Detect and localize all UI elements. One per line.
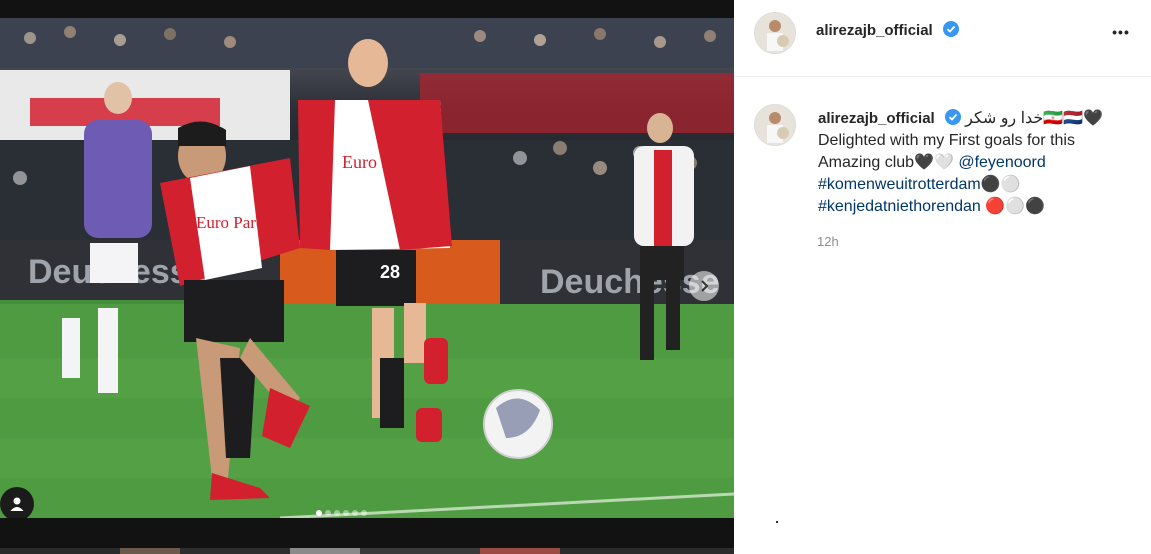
loading-indicator bbox=[776, 521, 778, 523]
header-username[interactable]: alirezajb_official bbox=[816, 22, 933, 39]
caption-text: Amazing club bbox=[818, 154, 915, 171]
post-timestamp[interactable]: 12h bbox=[817, 234, 839, 249]
user-icon bbox=[10, 497, 24, 511]
caption-line-4: #komenweuitrotterdam⚫⚪ bbox=[818, 174, 1138, 196]
post-details-panel: alirezajb_official ••• alirezajb_officia… bbox=[734, 0, 1151, 554]
mention-link[interactable]: @feyenoord bbox=[958, 154, 1045, 171]
caption-line-5: #kenjedatniethorendan 🔴⚪⚫ bbox=[818, 196, 1138, 218]
related-posts-strip bbox=[0, 548, 734, 554]
jersey2-text: Euro Parcs bbox=[342, 152, 420, 172]
profile-photo bbox=[755, 105, 795, 145]
caption-username[interactable]: alirezajb_official bbox=[818, 110, 935, 127]
post-photo[interactable]: Deuchesse Deuchesse bbox=[0, 18, 734, 518]
header-user: alirezajb_official bbox=[816, 21, 960, 40]
verified-badge-icon bbox=[944, 109, 961, 125]
hashtag-emoji: ⚫⚪ bbox=[980, 176, 1021, 193]
player2-number: 28 bbox=[380, 262, 400, 282]
caption-line-1: alirezajb_official خدا رو شکر🇮🇷🇳🇱🖤 bbox=[818, 108, 1138, 130]
carousel-dot bbox=[325, 510, 331, 516]
hashtag-link[interactable]: #komenweuitrotterdam bbox=[818, 176, 981, 193]
chevron-right-icon bbox=[701, 280, 709, 292]
tagged-users-button[interactable] bbox=[0, 487, 34, 518]
football-scene: Deuchesse Deuchesse bbox=[0, 18, 734, 518]
carousel-dot bbox=[361, 510, 367, 516]
caption-heart: 🖤 bbox=[1083, 110, 1104, 127]
carousel-dot bbox=[352, 510, 358, 516]
caption-line-3: Amazing club🖤🤍 @feyenoord bbox=[818, 152, 1138, 174]
carousel-dot bbox=[316, 510, 322, 516]
more-options-icon: ••• bbox=[1112, 24, 1130, 40]
caption-avatar[interactable] bbox=[754, 104, 796, 146]
caption-arabic: خدا رو شکر bbox=[965, 110, 1044, 127]
profile-photo bbox=[755, 13, 795, 53]
hashtag-link[interactable]: #kenjedatniethorendan bbox=[818, 198, 981, 215]
carousel-next-button[interactable] bbox=[689, 271, 719, 301]
verified-badge-icon bbox=[943, 21, 960, 37]
more-options-button[interactable]: ••• bbox=[1106, 20, 1136, 44]
carousel-dot bbox=[334, 510, 340, 516]
caption-flags: 🇮🇷🇳🇱 bbox=[1043, 110, 1084, 127]
hashtag-emoji: 🔴⚪⚫ bbox=[985, 198, 1046, 215]
caption: alirezajb_official خدا رو شکر🇮🇷🇳🇱🖤 Delig… bbox=[818, 108, 1138, 218]
carousel-dot bbox=[343, 510, 349, 516]
caption-line-2: Delighted with my First goals for this bbox=[818, 132, 1075, 149]
football bbox=[483, 389, 553, 459]
avatar[interactable] bbox=[754, 12, 796, 54]
carousel-indicator bbox=[316, 510, 367, 516]
jersey1-text: Euro Parcs bbox=[196, 213, 270, 232]
post-header: alirezajb_official ••• bbox=[734, 0, 1151, 77]
caption-emoji: 🖤🤍 bbox=[914, 154, 954, 171]
